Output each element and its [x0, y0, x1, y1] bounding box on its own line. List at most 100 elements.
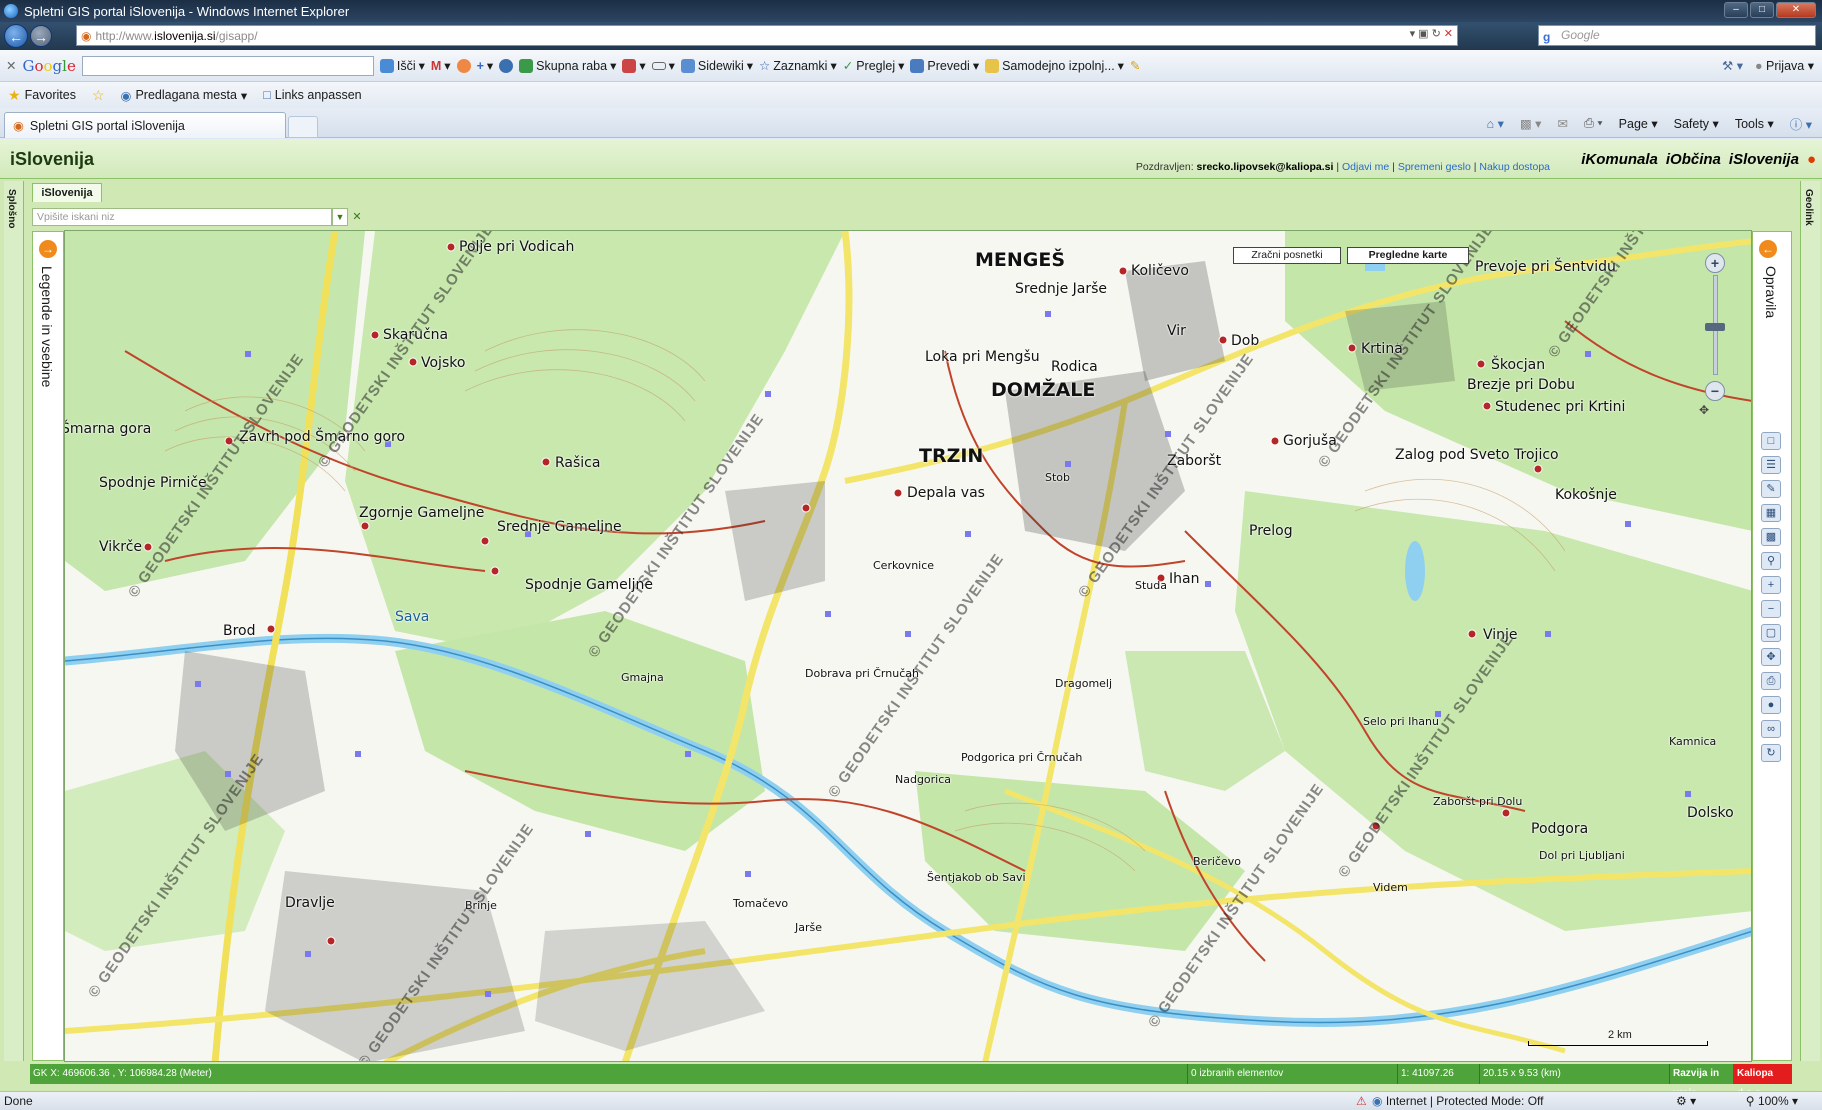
zoom-out-icon[interactable]: − — [1705, 381, 1725, 401]
back-button[interactable]: ← — [4, 24, 28, 48]
check-button[interactable]: ✓ Preglej ▾ — [843, 58, 905, 74]
window-title: Spletni GIS portal iSlovenija - Windows … — [24, 3, 350, 19]
wrench-icon[interactable]: ⚒ ▾ — [1722, 58, 1743, 73]
plus-icon[interactable]: + ▾ — [477, 58, 494, 74]
block-icon[interactable]: ▾ — [651, 58, 675, 73]
links-customize-link[interactable]: □ Links anpassen — [263, 88, 361, 102]
maximize-button[interactable]: □ — [1750, 2, 1774, 18]
address-url[interactable]: http://www.islovenija.si/gisapp/ — [95, 29, 257, 43]
tab-row: ◉ Spletni GIS portal iSlovenija ⌂ ▾ ▩ ▾ … — [0, 108, 1822, 138]
chrome-icon[interactable] — [456, 58, 471, 73]
map-search-input[interactable]: Vpišite iskani niz — [32, 208, 332, 226]
tab-islovenija[interactable]: iSlovenija — [32, 183, 102, 202]
map-place-label: Zaboršt pri Dolu — [1433, 795, 1523, 808]
bookmarks-button[interactable]: ☆ Zaznamki ▾ — [759, 58, 837, 74]
tools-panel[interactable]: ← Opravila □ ☰ ✎ ▦ ▩ ⚲ + − ▢ ✥ ⎙ ● ∞ ↻ — [1752, 231, 1792, 1061]
address-row: ← → ◉ http://www.islovenija.si/gisapp/ ▾… — [0, 22, 1822, 50]
google-toolbar-input[interactable] — [81, 55, 374, 76]
forward-button[interactable]: → — [30, 25, 52, 47]
home-icon[interactable]: ⌂ ▾ — [1487, 116, 1504, 131]
pan-control-icon[interactable]: ✥ — [1699, 403, 1731, 435]
overview-maps-button[interactable]: Pregledne karte — [1347, 247, 1469, 264]
expand-arrow-icon[interactable]: → — [39, 240, 57, 258]
map-place-label: Ihan — [1169, 571, 1200, 587]
kaliopa-link[interactable]: Kaliopa d.o.o. — [1734, 1064, 1792, 1099]
favorites-bar: ★ Favorites ☆ ◉ Predlagana mesta ▾ □ Links … — [0, 82, 1822, 108]
globe-icon[interactable] — [499, 58, 514, 73]
search-zoom-icon[interactable]: ⚲ — [1761, 552, 1781, 570]
left-collapsed-panel[interactable]: Splošno — [4, 181, 24, 1061]
protected-mode-icon[interactable]: ⚙ ▾ — [1676, 1094, 1696, 1108]
favorites-button[interactable]: ★ Favorites — [8, 87, 76, 104]
legend-label: Legende in vsebine — [39, 266, 55, 388]
link-icon[interactable]: ∞ — [1761, 720, 1781, 738]
aerial-photos-button[interactable]: Zračni posnetki — [1233, 247, 1341, 264]
refresh-icon[interactable]: ↻ — [1432, 27, 1441, 40]
popup-blocked-icon[interactable]: ⚠ — [1356, 1094, 1367, 1108]
map-place-label: Podgora — [1531, 821, 1589, 837]
legend-panel[interactable]: → Legende in vsebine — [32, 231, 64, 1061]
collapse-arrow-icon[interactable]: ← — [1759, 240, 1777, 258]
feeds-icon[interactable]: ▩ ▾ — [1520, 116, 1542, 131]
map-place-label: DOMŽALE — [991, 379, 1096, 401]
zoom-in-tool-icon[interactable]: + — [1761, 576, 1781, 594]
compat-view-icon[interactable]: ▣ — [1418, 27, 1428, 40]
search-clear-icon[interactable]: ✕ — [350, 208, 364, 226]
chart-icon[interactable]: ▩ — [1761, 528, 1781, 546]
extent-icon[interactable]: ▢ — [1761, 624, 1781, 642]
toolbar-close-icon[interactable]: ✕ — [6, 58, 16, 73]
suggested-sites-link[interactable]: ◉ Predlagana mesta ▾ — [121, 88, 248, 103]
ikomunala-logo[interactable]: iKomunala — [1581, 151, 1658, 168]
new-tab-button[interactable] — [288, 116, 318, 138]
islovenija-logo[interactable]: iSlovenija — [1729, 151, 1799, 168]
globe-zone-icon: ◉ — [1372, 1094, 1383, 1108]
table-icon[interactable]: ▦ — [1761, 504, 1781, 522]
sidewiki-button[interactable]: Sidewiki ▾ — [680, 58, 753, 73]
zoom-level[interactable]: ⚲ 100% ▾ — [1746, 1094, 1798, 1108]
scale-readout: 1: 41097.26 — [1398, 1064, 1480, 1084]
signin-button[interactable]: ● Prijava ▾ — [1755, 58, 1814, 73]
print-tool-icon[interactable]: ⎙ — [1761, 672, 1781, 690]
minimize-button[interactable]: – — [1724, 2, 1748, 18]
translate-button[interactable]: Prevedi ▾ — [910, 58, 979, 73]
browser-tab[interactable]: ◉ Spletni GIS portal iSlovenija — [4, 112, 286, 138]
toolbar-search[interactable]: Išči ▾ — [379, 58, 425, 73]
close-button[interactable]: ✕ — [1776, 2, 1816, 18]
layers-icon[interactable]: ☰ — [1761, 456, 1781, 474]
zoom-in-icon[interactable]: + — [1705, 253, 1725, 273]
map-place-label: Srednje Gameljne — [497, 519, 622, 535]
iobcina-logo[interactable]: iObčina — [1666, 151, 1721, 168]
autofill-button[interactable]: Samodejno izpolnj... ▾ — [985, 58, 1124, 73]
search-dropdown-icon[interactable]: ▼ — [332, 208, 348, 226]
change-password-link[interactable]: Spremeni geslo — [1398, 161, 1471, 173]
logout-link[interactable]: Odjavi me — [1342, 161, 1389, 173]
share-button[interactable]: Skupna raba ▾ — [519, 58, 616, 73]
security-zone[interactable]: ◉ Internet | Protected Mode: Off — [1372, 1094, 1543, 1108]
purchase-access-link[interactable]: Nakup dostopa — [1479, 161, 1550, 173]
map-canvas[interactable]: © GEODETSKI INŠTITUT SLOVENIJE © GEODETS… — [64, 230, 1752, 1062]
pan-tool-icon[interactable]: ✥ — [1761, 648, 1781, 666]
page-menu[interactable]: Page ▾ — [1619, 116, 1658, 131]
tools-menu[interactable]: Tools ▾ — [1735, 116, 1774, 131]
draw-icon[interactable]: ✎ — [1761, 480, 1781, 498]
print-icon[interactable]: ⎙ ▾ — [1584, 116, 1603, 131]
help-icon[interactable]: ⓘ ▾ — [1790, 114, 1812, 133]
gmail-icon[interactable]: M ▾ — [431, 58, 451, 74]
zoom-thumb[interactable] — [1705, 323, 1725, 331]
right-collapsed-panel[interactable]: Geolink — [1800, 181, 1820, 1061]
home-tool-icon[interactable]: ● — [1761, 696, 1781, 714]
mail-icon[interactable]: ✉ — [1557, 116, 1567, 131]
folder-icon[interactable]: □ — [1761, 432, 1781, 450]
translate-icon[interactable]: ▾ — [622, 58, 646, 73]
zoom-slider[interactable]: + − — [1705, 253, 1725, 403]
address-bar[interactable]: ◉ http://www.islovenija.si/gisapp/ ▾ ▣ ↻… — [76, 25, 1458, 46]
dropdown-icon[interactable]: ▾ — [1410, 27, 1416, 40]
pencil-icon[interactable]: ✎ — [1130, 58, 1140, 73]
map-place-label: Studenec pri Krtini — [1495, 399, 1626, 415]
stop-icon[interactable]: ✕ — [1444, 27, 1453, 40]
add-favorite-icon[interactable]: ☆ — [92, 87, 105, 104]
refresh-tool-icon[interactable]: ↻ — [1761, 744, 1781, 762]
zoom-out-tool-icon[interactable]: − — [1761, 600, 1781, 618]
web-search-input[interactable]: g Google — [1538, 25, 1816, 46]
safety-menu[interactable]: Safety ▾ — [1674, 116, 1719, 131]
